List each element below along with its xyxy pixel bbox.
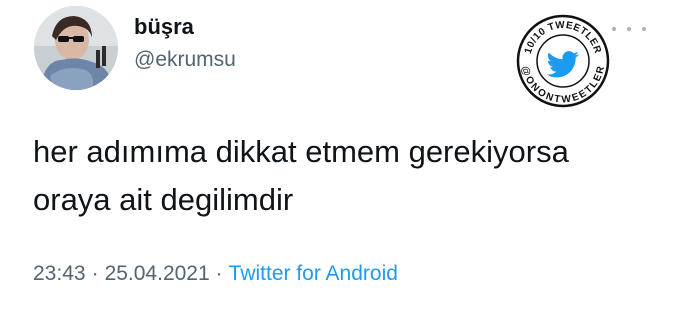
more-options-icon[interactable]: [612, 22, 646, 36]
tweet-source-link[interactable]: Twitter for Android: [229, 262, 398, 285]
tweet-time[interactable]: 23:43: [33, 262, 86, 285]
tweet-card: büşra @ekrumsu 10/10 TWEETLER @ONONTWEET…: [0, 0, 680, 309]
meta-separator: ·: [91, 262, 99, 285]
watermark-badge: 10/10 TWEETLER @ONONTWEETLER: [516, 14, 610, 108]
display-name[interactable]: büşra: [134, 14, 194, 40]
avatar-photo: [34, 6, 118, 90]
meta-separator: ·: [215, 262, 223, 285]
tweet-text-line: her adımıma dikkat etmem gerekiyorsa: [33, 134, 569, 169]
tweet-date[interactable]: 25.04.2021: [105, 262, 210, 285]
tweet-text-line: oraya ait degilimdir: [33, 182, 294, 217]
avatar[interactable]: [34, 6, 118, 90]
tweet-text: her adımıma dikkat etmem gerekiyorsa ora…: [33, 128, 653, 224]
tweet-meta: 23:43 · 25.04.2021 · Twitter for Android: [33, 262, 398, 286]
handle[interactable]: @ekrumsu: [134, 48, 236, 72]
